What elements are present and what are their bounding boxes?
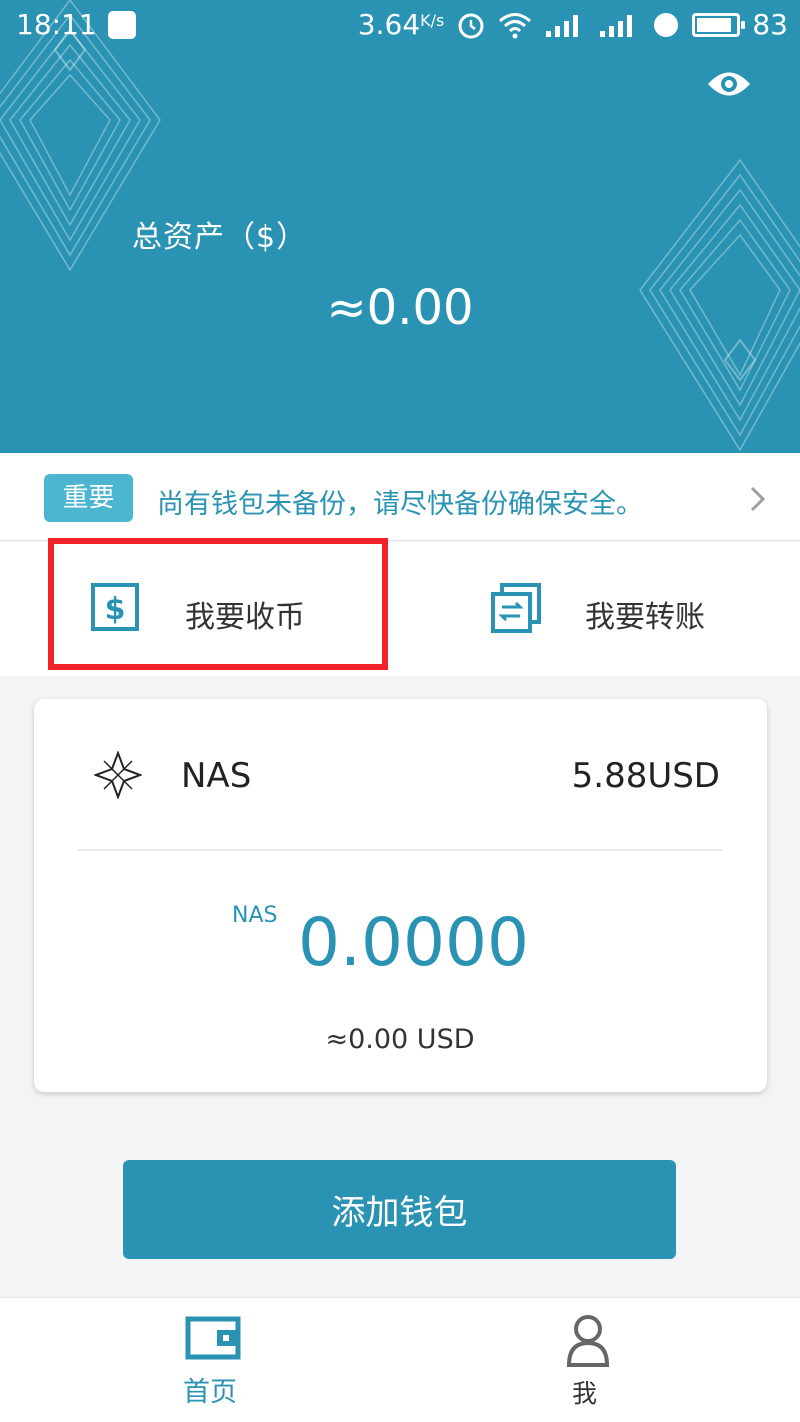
notice-badge: 重要	[44, 474, 133, 522]
coin-price: 5.88USD	[571, 756, 720, 796]
battery-icon	[692, 12, 746, 37]
balance-unit: NAS	[232, 903, 278, 928]
network-speed-unit: K/s	[420, 11, 445, 30]
card-divider	[78, 849, 722, 851]
chevron-right-icon[interactable]	[748, 484, 768, 514]
header-banner: 18:11 3.64K/s 83 总资产（$） ≈0.00	[0, 0, 800, 453]
receive-coin-button[interactable]: $ 我要收币	[0, 542, 400, 676]
status-time: 18:11	[16, 8, 97, 41]
nas-logo-icon	[94, 751, 142, 799]
balance-usd: ≈0.00 USD	[325, 1024, 475, 1055]
qq-notification-icon	[108, 11, 136, 39]
wifi-icon	[499, 12, 532, 38]
nav-me-label: 我	[572, 1379, 598, 1408]
transfer-icon	[491, 583, 541, 633]
network-speed-value: 3.64	[357, 8, 421, 41]
alarm-icon	[458, 13, 484, 38]
wallet-icon	[185, 1316, 241, 1360]
balance-amount: 0.0000	[298, 904, 529, 981]
hd-icon	[654, 12, 679, 37]
signal-4g-icon	[546, 14, 579, 37]
signal-3g-icon	[600, 14, 633, 37]
notice-text[interactable]: 尚有钱包未备份，请尽快备份确保安全。	[157, 482, 643, 521]
eye-icon	[708, 72, 750, 96]
nav-item-me[interactable]: 我	[400, 1298, 800, 1422]
svg-text:$: $	[105, 592, 126, 627]
total-assets-label: 总资产（$）	[132, 220, 308, 255]
quick-actions: $ 我要收币 我要转账	[0, 542, 800, 676]
transfer-label: 我要转账	[585, 600, 705, 635]
receive-coin-label: 我要收币	[185, 600, 305, 635]
nav-item-home[interactable]: 首页	[0, 1298, 400, 1422]
dollar-icon: $	[91, 583, 139, 631]
toggle-visibility-button[interactable]	[704, 64, 754, 104]
transfer-button[interactable]: 我要转账	[400, 542, 800, 676]
status-bar: 18:11 3.64K/s 83	[0, 0, 800, 50]
add-wallet-button[interactable]: 添加钱包	[123, 1160, 676, 1259]
bottom-navigation: 首页 我	[0, 1297, 800, 1422]
battery-level: 83	[752, 8, 788, 41]
nav-home-label: 首页	[183, 1377, 237, 1408]
user-icon	[566, 1315, 610, 1367]
coin-name: NAS	[181, 756, 252, 796]
network-speed: 3.64K/s	[358, 8, 445, 41]
total-assets-value: ≈0.00	[326, 280, 474, 336]
